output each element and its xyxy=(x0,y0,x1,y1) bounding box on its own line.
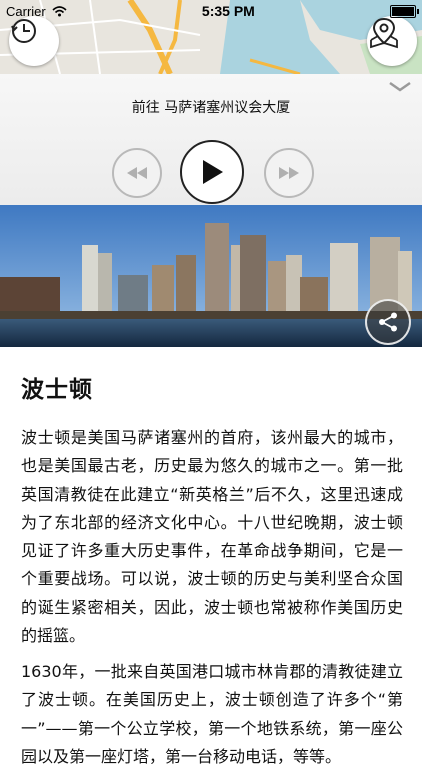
share-button[interactable] xyxy=(365,299,411,345)
city-skyline-photo xyxy=(0,205,422,347)
battery-icon xyxy=(390,4,419,18)
chevron-down-icon xyxy=(389,81,411,92)
history-button[interactable] xyxy=(9,16,59,66)
fast-forward-icon xyxy=(279,167,299,179)
audio-player-panel: 前往 马萨诸塞州议会大厦 xyxy=(0,74,422,205)
fast-forward-button[interactable] xyxy=(264,148,314,198)
status-bar: Carrier 5:35 PM xyxy=(0,0,422,22)
share-icon xyxy=(379,312,397,332)
rewind-button[interactable] xyxy=(112,148,162,198)
skyline-image xyxy=(0,205,422,347)
map-pins-button[interactable] xyxy=(367,16,417,66)
play-button[interactable] xyxy=(180,140,244,204)
article-paragraph: 波士顿是美国马萨诸塞州的首府，该州最大的城市，也是美国最古老，历史最为悠久的城市… xyxy=(21,428,403,646)
carrier-label: Carrier xyxy=(6,3,46,19)
destination-label: 前往 马萨诸塞州议会大厦 xyxy=(131,100,291,116)
rewind-icon xyxy=(127,167,147,179)
article-paragraph: 1630年，一批来自英国港口城市林肯郡的清教徒建立了波士顿。在美国历史上，波士顿… xyxy=(21,662,403,766)
collapse-button[interactable] xyxy=(388,78,412,97)
wifi-icon xyxy=(52,5,67,16)
page-title: 波士顿 xyxy=(21,377,93,403)
play-icon xyxy=(203,160,223,184)
status-time: 5:35 PM xyxy=(201,3,255,19)
